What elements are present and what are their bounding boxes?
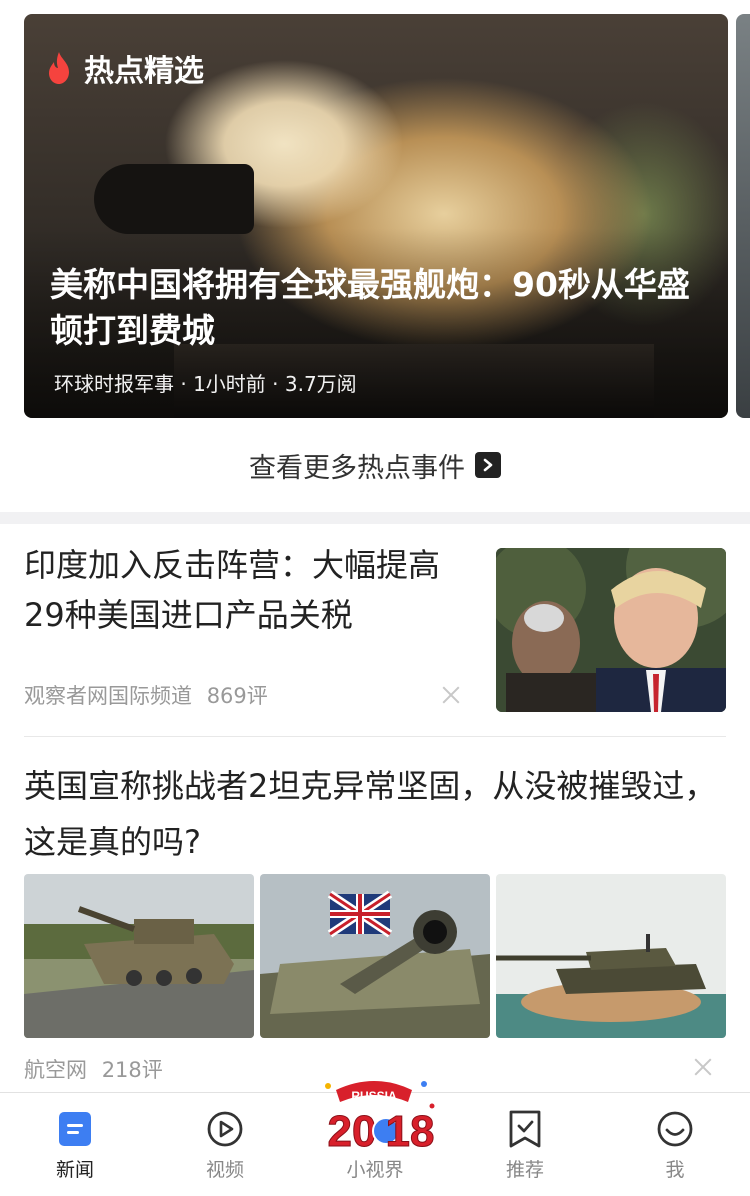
article-meta: 航空网 218评 (24, 1054, 163, 1084)
close-icon[interactable] (440, 684, 462, 706)
section-divider (0, 512, 750, 524)
hot-picks-title[interactable]: 美称中国将拥有全球最强舰炮：90秒从华盛顿打到费城 (50, 262, 710, 354)
article-source: 航空网 (24, 1058, 87, 1082)
next-card-peek[interactable] (736, 14, 750, 418)
nav-video[interactable]: 视频 (150, 1093, 300, 1196)
article-thumbnail[interactable] (496, 874, 726, 1038)
article-title[interactable]: 印度加入反击阵营：大幅提高29种美国进口产品关税 (24, 540, 474, 640)
smiley-icon (657, 1109, 693, 1149)
badge-year-b: 18 (386, 1107, 435, 1156)
flame-icon (49, 52, 69, 84)
badge-year-a: 20 (328, 1107, 377, 1156)
article-thumbnail[interactable] (24, 874, 254, 1038)
hot-picks-header: 热点精选 (46, 46, 204, 90)
russia-2018-badge[interactable]: RUSSIA 20 18 (306, 1076, 442, 1156)
article-title[interactable]: 英国宣称挑战者2坦克异常坚固，从没被摧毁过，这是真的吗? (24, 758, 724, 870)
hot-picks-label: 热点精选 (84, 54, 204, 89)
news-icon (57, 1109, 93, 1149)
article-comment-count: 218评 (101, 1058, 163, 1082)
close-icon[interactable] (692, 1056, 714, 1078)
hot-picks-card[interactable]: 热点精选 美称中国将拥有全球最强舰炮：90秒从华盛顿打到费城 环球时报军事 · … (24, 14, 728, 418)
nav-recommend[interactable]: 推荐 (450, 1093, 600, 1196)
nav-label: 视频 (205, 1159, 244, 1181)
nav-label: 我 (665, 1159, 685, 1181)
nav-label: 小视界 (346, 1159, 404, 1181)
nav-news[interactable]: 新闻 (0, 1093, 150, 1196)
hot-picks-meta: 环球时报军事 · 1小时前 · 3.7万阅 (54, 372, 357, 396)
hot-picks-image-barrel (94, 164, 254, 234)
nav-label: 推荐 (505, 1159, 544, 1181)
article-source: 观察者网国际频道 (24, 684, 192, 708)
article-comment-count: 869评 (206, 684, 268, 708)
play-icon (207, 1109, 243, 1149)
article-thumbnail[interactable] (496, 548, 726, 712)
article-thumbnail[interactable] (260, 874, 490, 1038)
more-events-link[interactable]: 查看更多热点事件 (0, 440, 750, 490)
more-events-label: 查看更多热点事件 (249, 452, 465, 484)
article-meta: 观察者网国际频道 869评 (24, 680, 268, 710)
nav-label: 新闻 (55, 1159, 94, 1181)
nav-me[interactable]: 我 (600, 1093, 750, 1196)
bookmark-icon (507, 1109, 543, 1149)
chevron-right-icon (475, 452, 501, 478)
badge-top-text: RUSSIA (351, 1089, 397, 1103)
row-separator (24, 736, 726, 737)
